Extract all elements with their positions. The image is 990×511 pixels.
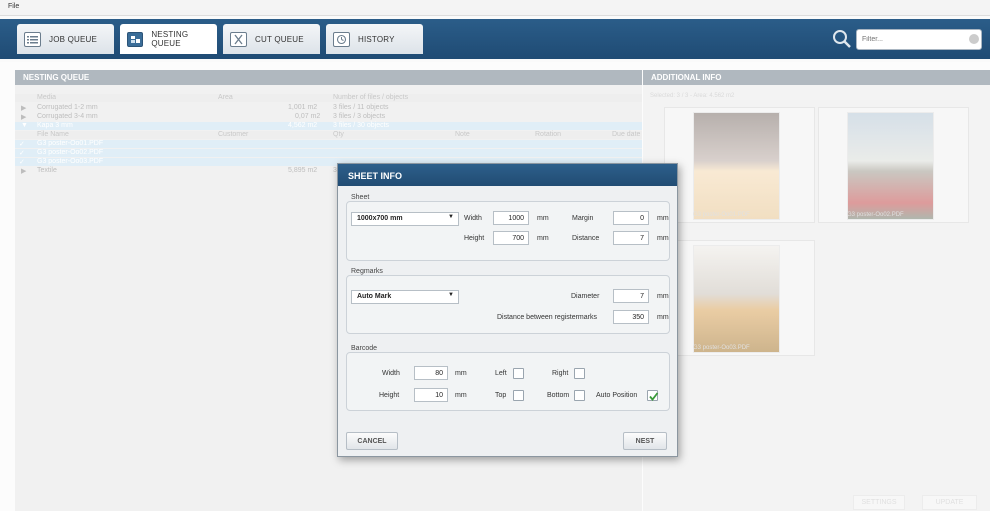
barcode-width-label: Width: [382, 370, 400, 377]
unit-label: mm: [657, 293, 669, 300]
width-label: Width: [464, 215, 482, 222]
tab-cut-queue[interactable]: CUT QUEUE: [223, 24, 320, 54]
regmark-type-select[interactable]: Auto Mark ▼: [351, 290, 459, 304]
dropdown-arrow-icon: ▼: [448, 292, 454, 298]
dialog-title: SHEET INFO: [338, 164, 677, 186]
tab-label: JOB QUEUE: [49, 34, 98, 44]
unit-label: mm: [455, 392, 467, 399]
sheet-section: 1000x700 mm ▼ Width mm Margin mm Height …: [346, 201, 670, 261]
diameter-label: Diameter: [571, 293, 600, 300]
unit-label: mm: [455, 370, 467, 377]
left-checkbox[interactable]: [513, 368, 524, 379]
height-label: Height: [464, 235, 485, 242]
top-label: Top: [495, 392, 507, 399]
unit-label: mm: [657, 215, 669, 222]
list-icon: [24, 31, 41, 47]
menu-bar: File: [0, 0, 990, 16]
auto-position-checkbox[interactable]: [647, 390, 659, 401]
left-label: Left: [495, 370, 507, 377]
distance-label: Distance: [572, 235, 600, 242]
sheet-info-dialog: SHEET INFO 1000x700 mm ▼ Width mm Margin…: [337, 163, 678, 457]
unit-label: mm: [657, 314, 669, 321]
bottom-label: Bottom: [547, 392, 570, 399]
filter-box: [831, 28, 982, 51]
check-icon: [649, 392, 659, 401]
sheet-margin-input[interactable]: [613, 211, 649, 225]
right-label: Right: [552, 370, 569, 377]
margin-label: Margin: [572, 215, 594, 222]
nesting-icon: [127, 31, 144, 47]
sheet-section-label: Sheet: [349, 194, 372, 201]
auto-position-label: Auto Position: [596, 392, 638, 399]
sheet-size-select[interactable]: 1000x700 mm ▼: [351, 212, 459, 226]
unit-label: mm: [537, 235, 549, 242]
filter-input[interactable]: [856, 29, 982, 50]
tab-history[interactable]: HISTORY: [326, 24, 423, 54]
distance-between-label: Distance between registermarks: [497, 314, 597, 321]
tab-label: NESTING QUEUE: [151, 30, 189, 48]
unit-label: mm: [657, 235, 669, 242]
selected-value: 1000x700 mm: [357, 215, 403, 222]
tab-label: CUT QUEUE: [255, 34, 304, 44]
regmark-diameter-input[interactable]: [613, 289, 649, 303]
regmarks-section-label: Regmarks: [349, 268, 385, 275]
menu-file[interactable]: File: [8, 3, 19, 10]
cut-icon: [230, 31, 247, 47]
barcode-height-input[interactable]: [414, 388, 448, 402]
nest-button[interactable]: NEST: [623, 432, 667, 450]
barcode-height-label: Height: [379, 392, 400, 399]
regmarks-section: Auto Mark ▼ Diameter mm Distance between…: [346, 275, 670, 334]
tab-job-queue[interactable]: JOB QUEUE: [17, 24, 114, 54]
bottom-checkbox[interactable]: [574, 390, 585, 401]
regmark-distance-input[interactable]: [613, 310, 649, 324]
sheet-distance-input[interactable]: [613, 231, 649, 245]
sheet-height-input[interactable]: [493, 231, 529, 245]
sheet-width-input[interactable]: [493, 211, 529, 225]
history-icon: [333, 31, 350, 47]
search-icon[interactable]: [831, 28, 853, 50]
tab-label: HISTORY: [358, 34, 395, 44]
right-checkbox[interactable]: [574, 368, 585, 379]
dropdown-arrow-icon: ▼: [448, 214, 454, 220]
barcode-section: Width mm Left Right Height mm Top Bottom…: [346, 352, 670, 411]
unit-label: mm: [537, 215, 549, 222]
cancel-button[interactable]: CANCEL: [346, 432, 398, 450]
top-checkbox[interactable]: [513, 390, 524, 401]
barcode-width-input[interactable]: [414, 366, 448, 380]
barcode-section-label: Barcode: [349, 345, 380, 352]
selected-value: Auto Mark: [357, 293, 392, 300]
tab-nesting-queue[interactable]: NESTING QUEUE: [120, 24, 217, 54]
clear-icon[interactable]: [969, 34, 979, 44]
